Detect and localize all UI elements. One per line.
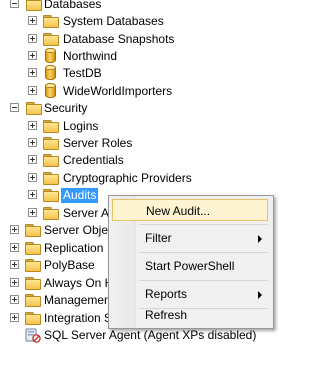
tree-label: Server Roles bbox=[63, 136, 133, 150]
menu-separator bbox=[139, 224, 268, 225]
tree-label: System Databases bbox=[63, 14, 164, 28]
expand-icon[interactable] bbox=[10, 260, 19, 269]
folder-icon bbox=[26, 0, 42, 11]
folder-icon bbox=[25, 223, 41, 237]
folder-icon bbox=[43, 119, 59, 133]
tree-node-system-databases[interactable]: System Databases bbox=[0, 13, 319, 30]
tree-label: SQL Server Agent (Agent XPs disabled) bbox=[44, 328, 257, 342]
folder-icon bbox=[26, 101, 42, 115]
database-icon bbox=[45, 65, 56, 80]
collapse-icon[interactable] bbox=[10, 0, 19, 8]
tree-node-server-roles[interactable]: Server Roles bbox=[0, 135, 319, 152]
expand-icon[interactable] bbox=[28, 86, 37, 95]
tree-label: Northwind bbox=[63, 49, 118, 63]
menu-item-label: New Audit... bbox=[146, 204, 211, 218]
tree-label: PolyBase bbox=[44, 258, 95, 272]
menu-separator bbox=[139, 280, 268, 281]
tree-node-sql-server-agent[interactable]: SQL Server Agent (Agent XPs disabled) bbox=[0, 327, 319, 344]
expand-icon[interactable] bbox=[28, 16, 37, 25]
tree-node-databases[interactable]: Databases bbox=[0, 0, 319, 13]
folder-icon bbox=[43, 14, 59, 28]
menu-item-filter[interactable]: Filter bbox=[112, 227, 268, 249]
folder-icon bbox=[43, 171, 59, 185]
tree-label: Credentials bbox=[63, 153, 124, 167]
expand-icon[interactable] bbox=[10, 313, 19, 322]
menu-item-new-audit[interactable]: New Audit... bbox=[112, 199, 268, 221]
menu-item-label: Reports bbox=[145, 287, 188, 301]
expand-icon[interactable] bbox=[28, 173, 37, 182]
folder-icon bbox=[43, 136, 59, 150]
tree-label: Databases bbox=[44, 0, 102, 11]
folder-icon bbox=[25, 258, 41, 272]
expand-icon[interactable] bbox=[10, 295, 19, 304]
expand-icon[interactable] bbox=[28, 34, 37, 43]
expand-icon[interactable] bbox=[28, 51, 37, 60]
submenu-arrow-icon bbox=[258, 291, 262, 299]
expand-icon[interactable] bbox=[10, 243, 19, 252]
expand-icon[interactable] bbox=[10, 278, 19, 287]
menu-item-reports[interactable]: Reports bbox=[112, 283, 268, 305]
tree-label: Logins bbox=[63, 119, 99, 133]
tree-node-wideworldimporters[interactable]: WideWorldImporters bbox=[0, 83, 319, 100]
folder-icon bbox=[43, 32, 59, 46]
expand-icon[interactable] bbox=[28, 155, 37, 164]
menu-item-label: Filter bbox=[145, 231, 172, 245]
menu-item-start-powershell[interactable]: Start PowerShell bbox=[112, 255, 268, 277]
database-icon bbox=[45, 48, 56, 63]
tree-node-security[interactable]: Security bbox=[0, 100, 319, 117]
tree-node-northwind[interactable]: Northwind bbox=[0, 48, 319, 65]
tree-node-logins[interactable]: Logins bbox=[0, 118, 319, 135]
tree-node-cryptographic-providers[interactable]: Cryptographic Providers bbox=[0, 170, 319, 187]
tree-label: Management bbox=[44, 293, 115, 307]
context-menu: New Audit... Filter Start PowerShell Rep… bbox=[108, 195, 274, 329]
folder-icon bbox=[43, 153, 59, 167]
tree-label: WideWorldImporters bbox=[63, 84, 173, 98]
expand-icon[interactable] bbox=[28, 68, 37, 77]
tree-label: Cryptographic Providers bbox=[63, 171, 192, 185]
tree-label: Replication bbox=[44, 241, 104, 255]
folder-icon bbox=[43, 188, 59, 202]
folder-icon bbox=[25, 293, 41, 307]
tree-node-credentials[interactable]: Credentials bbox=[0, 152, 319, 169]
menu-item-label: Refresh bbox=[145, 308, 188, 322]
menu-separator bbox=[139, 252, 268, 253]
menu-item-refresh[interactable]: Refresh bbox=[112, 304, 268, 326]
folder-icon bbox=[25, 241, 41, 255]
expand-icon[interactable] bbox=[28, 121, 37, 130]
submenu-arrow-icon bbox=[258, 235, 262, 243]
tree-node-database-snapshots[interactable]: Database Snapshots bbox=[0, 31, 319, 48]
folder-icon bbox=[43, 206, 59, 220]
sql-agent-icon bbox=[25, 328, 41, 343]
database-icon bbox=[45, 83, 56, 98]
expand-icon[interactable] bbox=[28, 208, 37, 217]
collapse-icon[interactable] bbox=[10, 103, 19, 112]
folder-icon bbox=[25, 276, 41, 290]
tree-label: TestDB bbox=[63, 66, 102, 80]
tree-node-testdb[interactable]: TestDB bbox=[0, 65, 319, 82]
expand-icon[interactable] bbox=[10, 225, 19, 234]
tree-label-selected: Audits bbox=[61, 188, 99, 203]
tree-label: Security bbox=[44, 101, 88, 115]
folder-icon bbox=[25, 311, 41, 325]
menu-item-label: Start PowerShell bbox=[145, 259, 235, 273]
expand-icon[interactable] bbox=[28, 138, 37, 147]
tree-label: Database Snapshots bbox=[63, 32, 175, 46]
expand-icon[interactable] bbox=[28, 190, 37, 199]
